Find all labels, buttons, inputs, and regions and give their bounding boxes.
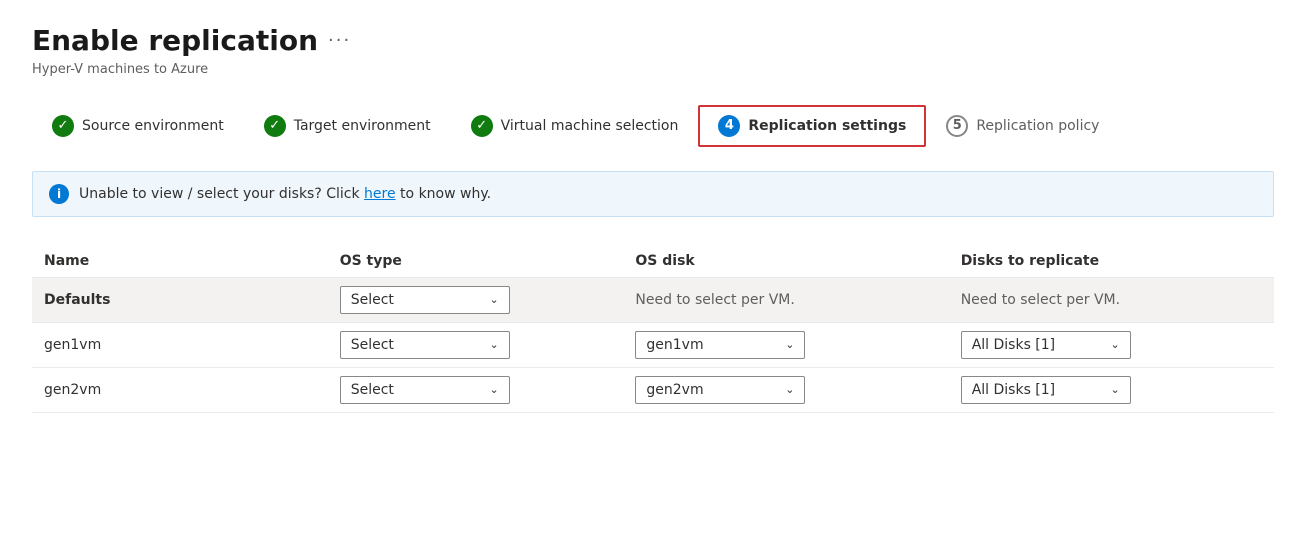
col-header-ostype: OS type (328, 245, 624, 278)
step-source-environment[interactable]: ✓ Source environment (32, 105, 244, 147)
gen1vm-ostype-value: Select (351, 337, 394, 353)
step-label: Virtual machine selection (501, 118, 679, 134)
gen2vm-osdisk-select[interactable]: gen2vm ⌄ (635, 376, 805, 404)
step-check-icon: ✓ (264, 115, 286, 137)
wizard-steps: ✓ Source environment ✓ Target environmen… (32, 105, 1274, 147)
info-text-before: Unable to view / select your disks? Clic… (79, 186, 364, 202)
gen1vm-osdisk-cell[interactable]: gen1vm ⌄ (623, 322, 948, 367)
info-link[interactable]: here (364, 186, 396, 202)
gen1vm-ostype-cell[interactable]: Select ⌄ (328, 322, 624, 367)
gen2vm-disks-value: All Disks [1] (972, 382, 1055, 398)
step-target-environment[interactable]: ✓ Target environment (244, 105, 451, 147)
info-banner-text: Unable to view / select your disks? Clic… (79, 186, 491, 202)
gen2vm-ostype-cell[interactable]: Select ⌄ (328, 367, 624, 412)
chevron-down-icon: ⌄ (489, 338, 498, 351)
chevron-down-icon: ⌄ (1110, 338, 1119, 351)
page-header: Enable replication ··· (32, 24, 1274, 58)
chevron-down-icon: ⌄ (489, 293, 498, 306)
defaults-disks-text: Need to select per VM. (961, 292, 1120, 308)
col-header-name: Name (32, 245, 328, 278)
table-row-defaults: Defaults Select ⌄ Need to select per VM.… (32, 277, 1274, 322)
gen2vm-osdisk-cell[interactable]: gen2vm ⌄ (623, 367, 948, 412)
step-replication-settings[interactable]: 4 Replication settings (698, 105, 926, 147)
defaults-label: Defaults (44, 292, 110, 308)
gen1vm-disks-value: All Disks [1] (972, 337, 1055, 353)
defaults-disks-cell: Need to select per VM. (949, 277, 1274, 322)
gen2vm-ostype-value: Select (351, 382, 394, 398)
gen1vm-name-cell: gen1vm (32, 322, 328, 367)
step-label: Target environment (294, 118, 431, 134)
chevron-down-icon: ⌄ (1110, 383, 1119, 396)
gen2vm-osdisk-value: gen2vm (646, 382, 703, 398)
gen1vm-osdisk-select[interactable]: gen1vm ⌄ (635, 331, 805, 359)
vm-table: Name OS type OS disk Disks to replicate … (32, 245, 1274, 413)
defaults-ostype-cell[interactable]: Select ⌄ (328, 277, 624, 322)
defaults-ostype-value: Select (351, 292, 394, 308)
gen2vm-name-cell: gen2vm (32, 367, 328, 412)
step-label: Source environment (82, 118, 224, 134)
defaults-ostype-select[interactable]: Select ⌄ (340, 286, 510, 314)
chevron-down-icon: ⌄ (785, 338, 794, 351)
more-options-icon[interactable]: ··· (328, 30, 351, 51)
defaults-name-cell: Defaults (32, 277, 328, 322)
info-icon: i (49, 184, 69, 204)
defaults-osdisk-cell: Need to select per VM. (623, 277, 948, 322)
step-check-icon: ✓ (471, 115, 493, 137)
step-vm-selection[interactable]: ✓ Virtual machine selection (451, 105, 699, 147)
col-header-disks: Disks to replicate (949, 245, 1274, 278)
gen2vm-ostype-select[interactable]: Select ⌄ (340, 376, 510, 404)
step-check-icon: ✓ (52, 115, 74, 137)
gen1vm-osdisk-value: gen1vm (646, 337, 703, 353)
info-banner: i Unable to view / select your disks? Cl… (32, 171, 1274, 217)
step-label: Replication policy (976, 118, 1099, 134)
gen1vm-ostype-select[interactable]: Select ⌄ (340, 331, 510, 359)
gen2vm-name: gen2vm (44, 382, 101, 398)
chevron-down-icon: ⌄ (489, 383, 498, 396)
table-row-gen1vm: gen1vm Select ⌄ gen1vm ⌄ All Di (32, 322, 1274, 367)
gen2vm-disks-cell[interactable]: All Disks [1] ⌄ (949, 367, 1274, 412)
replication-table: Name OS type OS disk Disks to replicate … (32, 245, 1274, 413)
step-number-icon: 5 (946, 115, 968, 137)
col-header-osdisk: OS disk (623, 245, 948, 278)
gen2vm-disks-select[interactable]: All Disks [1] ⌄ (961, 376, 1131, 404)
step-label: Replication settings (748, 118, 906, 134)
page-subtitle: Hyper-V machines to Azure (32, 62, 1274, 77)
defaults-osdisk-text: Need to select per VM. (635, 292, 794, 308)
info-text-after: to know why. (396, 186, 491, 202)
gen1vm-name: gen1vm (44, 337, 101, 353)
table-header-row: Name OS type OS disk Disks to replicate (32, 245, 1274, 278)
step-number-icon: 4 (718, 115, 740, 137)
gen1vm-disks-cell[interactable]: All Disks [1] ⌄ (949, 322, 1274, 367)
table-row-gen2vm: gen2vm Select ⌄ gen2vm ⌄ All Di (32, 367, 1274, 412)
gen1vm-disks-select[interactable]: All Disks [1] ⌄ (961, 331, 1131, 359)
page-title: Enable replication (32, 24, 318, 58)
chevron-down-icon: ⌄ (785, 383, 794, 396)
step-replication-policy[interactable]: 5 Replication policy (926, 105, 1119, 147)
